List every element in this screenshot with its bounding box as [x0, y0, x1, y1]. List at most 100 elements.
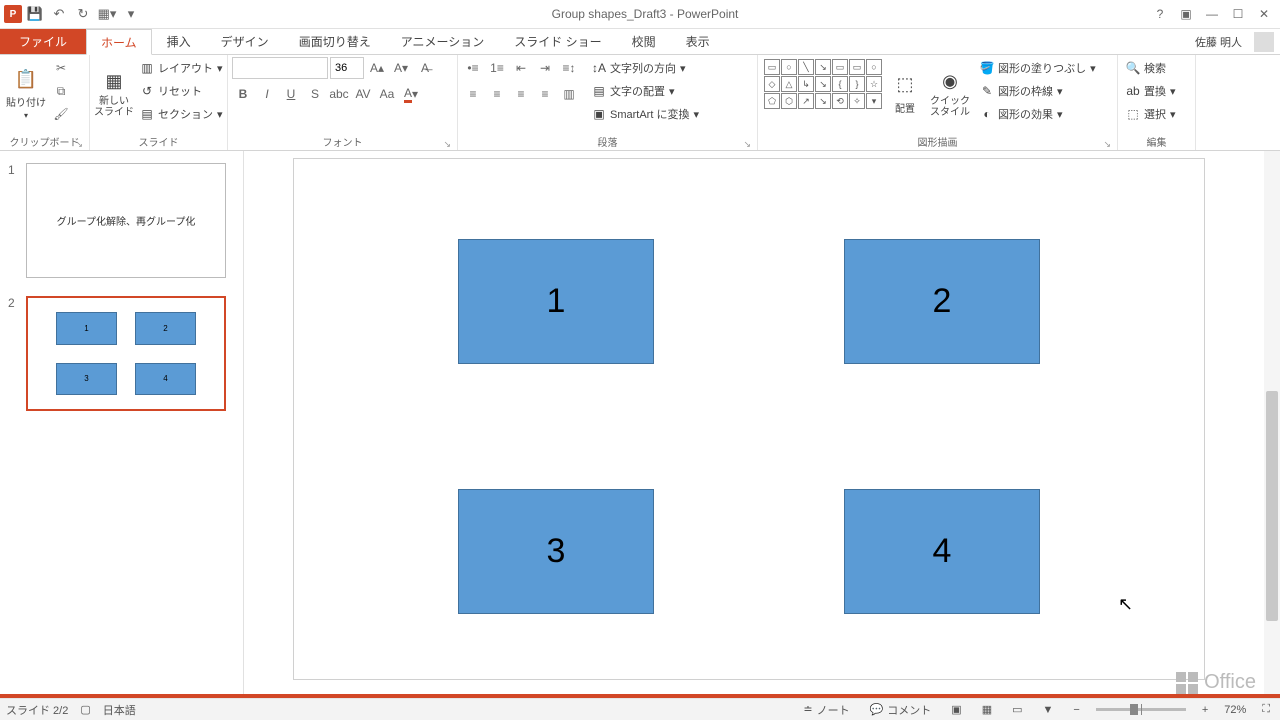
- shadow-button[interactable]: abc: [328, 83, 350, 105]
- normal-view-icon[interactable]: ▣: [947, 703, 965, 716]
- replace-button[interactable]: ab置換▾: [1122, 80, 1180, 102]
- close-icon[interactable]: ✕: [1252, 4, 1276, 24]
- redo-icon[interactable]: ↻: [72, 3, 94, 25]
- thumbnail-slide-2[interactable]: 1 2 3 4: [26, 296, 226, 411]
- ribbon-options-icon[interactable]: ▣: [1174, 4, 1198, 24]
- scrollbar-thumb[interactable]: [1266, 391, 1278, 621]
- launcher-icon[interactable]: ↘: [443, 139, 451, 150]
- font-size-box[interactable]: 36: [330, 57, 364, 79]
- bullets-button[interactable]: •≡: [462, 57, 484, 79]
- slideshow-view-icon[interactable]: ▼: [1039, 704, 1058, 716]
- shape-outline-button[interactable]: ✎図形の枠線▾: [976, 80, 1100, 102]
- paste-button[interactable]: 📋貼り付け▾: [4, 57, 48, 129]
- zoom-level[interactable]: 72%: [1224, 704, 1246, 716]
- reset-icon: ↺: [140, 84, 154, 98]
- format-painter-icon[interactable]: 🖌: [50, 103, 72, 125]
- find-button[interactable]: 🔍検索: [1122, 57, 1180, 79]
- increase-indent-button[interactable]: ⇥: [534, 57, 556, 79]
- zoom-slider[interactable]: [1096, 708, 1186, 711]
- align-text-button[interactable]: ▤文字の配置▾: [588, 80, 703, 102]
- decrease-indent-button[interactable]: ⇤: [510, 57, 532, 79]
- language-indicator[interactable]: 日本語: [103, 702, 136, 718]
- shape-3[interactable]: 3: [458, 489, 654, 614]
- shape-fill-button[interactable]: 🪣図形の塗りつぶし▾: [976, 57, 1100, 79]
- tab-view[interactable]: 表示: [671, 29, 725, 54]
- launcher-icon[interactable]: ↘: [743, 139, 751, 150]
- columns-button[interactable]: ▥: [558, 83, 580, 105]
- save-icon[interactable]: 💾: [24, 3, 46, 25]
- spellcheck-icon[interactable]: ▢: [80, 703, 90, 716]
- tab-home[interactable]: ホーム: [86, 29, 152, 55]
- tab-slideshow[interactable]: スライド ショー: [499, 29, 616, 54]
- underline-button[interactable]: U: [280, 83, 302, 105]
- cut-icon[interactable]: ✂: [50, 57, 72, 79]
- justify-button[interactable]: ≡: [534, 83, 556, 105]
- slide-canvas[interactable]: 1 2 3 4 Office: [244, 151, 1280, 698]
- sorter-view-icon[interactable]: ▦: [978, 703, 996, 716]
- zoom-out-button[interactable]: −: [1069, 704, 1083, 716]
- qat-more-icon[interactable]: ▾: [120, 3, 142, 25]
- maximize-icon[interactable]: ☐: [1226, 4, 1250, 24]
- reading-view-icon[interactable]: ▭: [1008, 703, 1026, 716]
- launcher-icon[interactable]: ↘: [1103, 139, 1111, 150]
- shape-4[interactable]: 4: [844, 489, 1040, 614]
- spacing-button[interactable]: AV: [352, 83, 374, 105]
- thumb-shape: 2: [135, 312, 196, 345]
- tab-file[interactable]: ファイル: [0, 29, 86, 54]
- shrink-font-icon[interactable]: A▾: [390, 57, 412, 79]
- strike-button[interactable]: S: [304, 83, 326, 105]
- launcher-icon[interactable]: ↘: [75, 139, 83, 150]
- layout-button[interactable]: ▥レイアウト▾: [136, 57, 227, 79]
- repeat-icon[interactable]: ▦▾: [96, 3, 118, 25]
- tab-design[interactable]: デザイン: [206, 29, 284, 54]
- thumb-shape: 1: [56, 312, 117, 345]
- shape-effects-button[interactable]: ◐図形の効果▾: [976, 103, 1100, 125]
- vertical-scrollbar[interactable]: [1264, 151, 1280, 698]
- align-left-button[interactable]: ≡: [462, 83, 484, 105]
- shape-2[interactable]: 2: [844, 239, 1040, 364]
- find-icon: 🔍: [1126, 61, 1140, 75]
- tab-review[interactable]: 校閲: [617, 29, 671, 54]
- fit-window-icon[interactable]: ⛶: [1258, 703, 1274, 716]
- bold-button[interactable]: B: [232, 83, 254, 105]
- minimize-icon[interactable]: —: [1200, 4, 1224, 24]
- help-icon[interactable]: ?: [1148, 4, 1172, 24]
- zoom-in-button[interactable]: +: [1198, 704, 1212, 716]
- clear-format-icon[interactable]: A̶: [414, 57, 436, 79]
- case-button[interactable]: Aa: [376, 83, 398, 105]
- replace-icon: ab: [1126, 84, 1140, 98]
- italic-button[interactable]: I: [256, 83, 278, 105]
- section-button[interactable]: ▤セクション▾: [136, 103, 227, 125]
- undo-icon[interactable]: ↶: [48, 3, 70, 25]
- notes-button[interactable]: ≐ ノート: [799, 702, 853, 718]
- line-spacing-button[interactable]: ≡↕: [558, 57, 580, 79]
- thumbnail-slide-1[interactable]: グループ化解除、再グループ化: [26, 163, 226, 278]
- shape-1[interactable]: 1: [458, 239, 654, 364]
- tab-animations[interactable]: アニメーション: [386, 29, 500, 54]
- numbering-button[interactable]: 1≡: [486, 57, 508, 79]
- tab-transitions[interactable]: 画面切り替え: [284, 29, 386, 54]
- reset-button[interactable]: ↺リセット: [136, 80, 227, 102]
- copy-icon[interactable]: ⧉: [50, 80, 72, 102]
- comments-button[interactable]: 💬 コメント: [866, 702, 936, 718]
- new-slide-button[interactable]: ▦新しい スライド: [94, 57, 134, 129]
- slide-counter[interactable]: スライド 2/2: [6, 702, 68, 718]
- layout-icon: ▥: [140, 61, 154, 75]
- text-direction-button[interactable]: ↕A文字列の方向▾: [588, 57, 703, 79]
- slide[interactable]: 1 2 3 4: [294, 159, 1204, 679]
- outline-icon: ✎: [980, 84, 994, 98]
- user-name[interactable]: 佐藤 明人: [1195, 34, 1242, 50]
- smartart-button[interactable]: ▣SmartArt に変換▾: [588, 103, 703, 125]
- arrange-button[interactable]: ⬚配置: [886, 57, 924, 129]
- grow-font-icon[interactable]: A▴: [366, 57, 388, 79]
- shapes-gallery[interactable]: ▭○╲↘▭▭○ ◇△↳↘{}☆ ⬠⬡↗↘⟲✧▾: [762, 57, 884, 111]
- font-family-box[interactable]: [232, 57, 328, 79]
- title-bar: P 💾 ↶ ↻ ▦▾ ▾ Group shapes_Draft3 - Power…: [0, 0, 1280, 29]
- tab-insert[interactable]: 挿入: [152, 29, 206, 54]
- font-color-button[interactable]: A▾: [400, 83, 422, 105]
- avatar[interactable]: [1254, 32, 1274, 52]
- align-right-button[interactable]: ≡: [510, 83, 532, 105]
- align-center-button[interactable]: ≡: [486, 83, 508, 105]
- quick-styles-button[interactable]: ◉クイック スタイル: [926, 57, 974, 129]
- select-button[interactable]: ⬚選択▾: [1122, 103, 1180, 125]
